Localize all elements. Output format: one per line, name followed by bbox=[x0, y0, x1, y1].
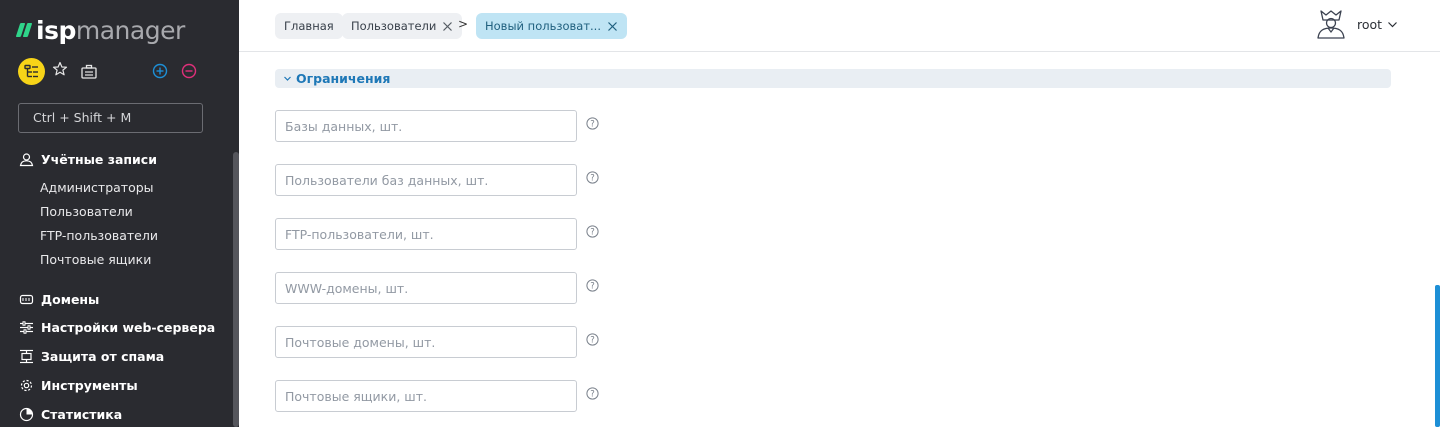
sidebar-group-label: Статистика bbox=[41, 406, 123, 422]
logo-text-primary: isp bbox=[36, 15, 76, 45]
avatar bbox=[1317, 10, 1345, 39]
sidebar-group-accounts[interactable]: Учётные записи bbox=[18, 151, 157, 167]
domains-icon bbox=[18, 291, 34, 307]
databases-limit-input[interactable] bbox=[276, 111, 576, 141]
briefcase-icon bbox=[81, 64, 97, 79]
help-icon[interactable]: ? bbox=[586, 387, 599, 400]
close-icon[interactable] bbox=[607, 21, 618, 32]
menu-search-input[interactable]: Ctrl + Shift + M bbox=[18, 103, 203, 133]
sidebar-group-domains[interactable]: Домены bbox=[18, 291, 99, 307]
www-domains-limit-field[interactable] bbox=[275, 272, 577, 304]
sidebar-group-spam[interactable]: Защита от спама bbox=[18, 348, 164, 364]
sliders-icon bbox=[18, 319, 34, 335]
sidebar-item-ftp-users[interactable]: FTP-пользователи bbox=[40, 228, 158, 243]
minus-circle-icon bbox=[181, 63, 197, 79]
mailboxes-limit-field[interactable] bbox=[275, 380, 577, 412]
mailboxes-limit-input[interactable] bbox=[276, 381, 576, 411]
section-title: Ограничения bbox=[296, 71, 391, 86]
tab-users[interactable]: Пользователи bbox=[342, 13, 463, 39]
sidebar-group-label: Настройки web-сервера bbox=[41, 319, 216, 335]
logo-mark-icon bbox=[15, 23, 33, 37]
mail-domains-limit-field[interactable] bbox=[275, 326, 577, 358]
svg-text:?: ? bbox=[590, 336, 595, 346]
chevron-down-icon bbox=[284, 76, 291, 81]
sidebar-group-web-server[interactable]: Настройки web-сервера bbox=[18, 319, 215, 335]
help-icon[interactable]: ? bbox=[586, 333, 599, 346]
svg-text:?: ? bbox=[590, 174, 595, 184]
sidebar-item-administrators[interactable]: Администраторы bbox=[40, 180, 154, 195]
favorites-button[interactable] bbox=[52, 61, 70, 81]
svg-text:?: ? bbox=[590, 282, 595, 292]
db-users-limit-field[interactable] bbox=[275, 164, 577, 196]
help-icon[interactable]: ? bbox=[586, 171, 599, 184]
mail-domains-limit-input[interactable] bbox=[276, 327, 576, 357]
content-scrollbar[interactable] bbox=[1435, 285, 1440, 427]
tab-label: Главная bbox=[284, 19, 334, 33]
tab-new-user[interactable]: Новый пользоват... bbox=[476, 13, 627, 39]
logo[interactable]: isp manager bbox=[15, 14, 185, 46]
sidebar-group-tools[interactable]: Инструменты bbox=[18, 377, 138, 393]
chevron-down-icon bbox=[1388, 21, 1397, 27]
star-icon bbox=[52, 61, 68, 76]
tab-home[interactable]: Главная bbox=[275, 13, 343, 39]
menu-tree-button[interactable] bbox=[18, 58, 45, 85]
collapse-all-button[interactable] bbox=[181, 63, 197, 79]
breadcrumb-separator: > bbox=[458, 17, 469, 31]
ftp-users-limit-input[interactable] bbox=[276, 219, 576, 249]
sidebar-group-label: Инструменты bbox=[41, 377, 138, 393]
ftp-users-limit-field[interactable] bbox=[275, 218, 577, 250]
top-bar: Главная Пользователи > Новый пользоват..… bbox=[239, 0, 1440, 52]
tab-label: Новый пользоват... bbox=[485, 19, 601, 33]
user-menu[interactable]: root bbox=[1315, 8, 1398, 40]
sidebar-group-label: Учётные записи bbox=[41, 151, 157, 167]
menu-tree-icon bbox=[24, 64, 38, 78]
help-icon[interactable]: ? bbox=[586, 117, 599, 130]
databases-limit-field[interactable] bbox=[275, 110, 577, 142]
logo-text-secondary: manager bbox=[75, 15, 185, 45]
tab-label: Пользователи bbox=[351, 19, 437, 33]
sidebar-item-users[interactable]: Пользователи bbox=[40, 204, 133, 219]
sidebar-group-statistics[interactable]: Статистика bbox=[18, 406, 122, 422]
quick-actions bbox=[18, 58, 208, 86]
db-users-limit-input[interactable] bbox=[276, 165, 576, 195]
sidebar: isp manager Ctrl + Shift + M Учётные зап… bbox=[0, 0, 239, 427]
help-icon[interactable]: ? bbox=[586, 279, 599, 292]
username-label: root bbox=[1357, 16, 1383, 32]
tasks-button[interactable] bbox=[80, 63, 98, 81]
plus-circle-icon bbox=[152, 63, 168, 79]
expand-all-button[interactable] bbox=[152, 63, 168, 79]
svg-text:?: ? bbox=[590, 120, 595, 130]
sidebar-group-label: Защита от спама bbox=[41, 348, 165, 364]
user-accounts-icon bbox=[18, 151, 34, 167]
www-domains-limit-input[interactable] bbox=[276, 273, 576, 303]
sidebar-scrollbar[interactable] bbox=[233, 152, 239, 427]
section-header-limits[interactable]: Ограничения bbox=[275, 69, 1391, 88]
svg-text:?: ? bbox=[590, 390, 595, 400]
spam-protection-icon bbox=[18, 348, 34, 364]
sidebar-group-label: Домены bbox=[41, 291, 100, 307]
gear-icon bbox=[18, 377, 34, 393]
help-icon[interactable]: ? bbox=[586, 225, 599, 238]
sidebar-item-mailboxes[interactable]: Почтовые ящики bbox=[40, 252, 151, 267]
pie-chart-icon bbox=[18, 406, 34, 422]
close-icon[interactable] bbox=[442, 21, 453, 32]
svg-text:?: ? bbox=[590, 228, 595, 238]
